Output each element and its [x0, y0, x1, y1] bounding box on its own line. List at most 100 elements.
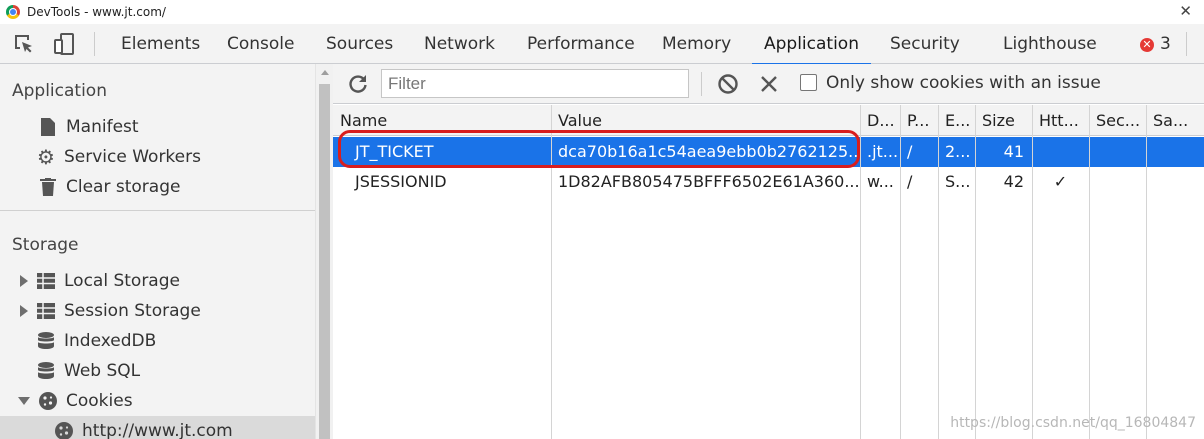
collapse-arrow-icon[interactable] [18, 397, 30, 405]
table-row[interactable]: JT_TICKET dca70b16a1c54aea9ebb0b2762125.… [333, 137, 1204, 167]
cookie-samesite [1146, 137, 1204, 167]
column-header-samesite[interactable]: Sa... [1146, 105, 1204, 135]
device-toolbar-icon[interactable] [52, 32, 76, 56]
sidebar-item-service-workers[interactable]: ⚙ Service Workers [0, 142, 315, 172]
sidebar-item-indexeddb[interactable]: IndexedDB [0, 326, 315, 356]
tab-network[interactable]: Network [424, 24, 495, 64]
sidebar-item-cookies[interactable]: Cookies [0, 386, 315, 416]
sidebar-item-label: Clear storage [66, 177, 181, 197]
column-header-domain[interactable]: D... [860, 105, 900, 135]
column-divider[interactable] [551, 105, 552, 439]
sidebar-item-session-storage[interactable]: Session Storage [0, 296, 315, 326]
sidebar-section-storage: Storage [12, 235, 79, 255]
close-window-icon[interactable]: ✕ [1179, 2, 1192, 20]
cookie-icon [54, 421, 74, 439]
sidebar-divider [0, 210, 315, 211]
cookie-path: / [907, 142, 913, 161]
error-count: 3 [1160, 34, 1171, 54]
expand-arrow-icon[interactable] [20, 305, 28, 317]
sidebar-item-label: Web SQL [64, 361, 141, 381]
cookies-toolbar: Only show cookies with an issue [333, 64, 1204, 104]
sidebar-item-label: Service Workers [64, 147, 201, 167]
sidebar-item-label: Local Storage [64, 271, 180, 291]
scrollbar-thumb[interactable] [319, 84, 330, 439]
tab-memory[interactable]: Memory [662, 24, 731, 64]
grid-icon [36, 271, 56, 291]
column-header-value[interactable]: Value [551, 105, 860, 135]
tab-elements[interactable]: Elements [121, 24, 200, 64]
toolbar-separator [701, 72, 702, 96]
tab-lighthouse[interactable]: Lighthouse [1003, 24, 1097, 64]
cookie-httponly [1032, 137, 1089, 167]
tab-application[interactable]: Application [752, 24, 871, 65]
cookie-samesite [1146, 167, 1204, 197]
sidebar-item-clear-storage[interactable]: Clear storage [0, 172, 315, 202]
column-divider[interactable] [938, 105, 939, 439]
column-divider[interactable] [860, 105, 861, 439]
grid-icon [36, 301, 56, 321]
scroll-up-arrow-icon[interactable] [321, 70, 329, 75]
watermark-text: https://blog.csdn.net/qq_16804847 [950, 415, 1196, 431]
sidebar-item-cookie-origin[interactable]: http://www.jt.com [0, 416, 315, 439]
sidebar-item-label: http://www.jt.com [82, 421, 233, 439]
sidebar-item-label: IndexedDB [64, 331, 157, 351]
only-issues-label[interactable]: Only show cookies with an issue [826, 73, 1101, 93]
cookie-secure [1089, 137, 1146, 167]
column-header-secure[interactable]: Sec... [1089, 105, 1146, 135]
cookie-secure [1089, 167, 1146, 197]
cookie-domain: .jt... [867, 142, 899, 161]
cookie-size: 41 [1003, 142, 1024, 161]
column-header-httponly[interactable]: Htt... [1032, 105, 1089, 135]
database-icon [36, 331, 56, 351]
cookie-name: JSESSIONID [355, 172, 447, 191]
sidebar-item-label: Manifest [66, 117, 139, 137]
inspect-element-icon[interactable] [12, 32, 36, 56]
column-divider[interactable] [900, 105, 901, 439]
tab-console[interactable]: Console [227, 24, 295, 64]
sidebar-item-label: Cookies [66, 391, 133, 411]
title-bar: DevTools - www.jt.com/ ✕ [0, 0, 1204, 24]
column-divider[interactable] [1032, 105, 1033, 439]
error-counter[interactable]: ✕ 3 [1140, 24, 1171, 64]
column-header-path[interactable]: P... [900, 105, 938, 135]
cookie-expires: 2... [945, 142, 971, 161]
only-issues-checkbox[interactable] [800, 74, 817, 91]
error-icon: ✕ [1140, 38, 1154, 52]
column-header-name[interactable]: Name [333, 105, 551, 135]
database-icon [36, 361, 56, 381]
tab-security[interactable]: Security [890, 24, 960, 64]
chrome-icon [6, 5, 20, 19]
clear-all-icon[interactable] [717, 73, 739, 95]
cookies-table: Name Value D... P... E... Size Htt... Se… [333, 105, 1204, 439]
sidebar-item-manifest[interactable]: Manifest [0, 112, 315, 142]
sidebar-scrollbar[interactable] [315, 64, 333, 439]
application-sidebar: Application Manifest ⚙ Service Workers C… [0, 64, 315, 439]
filter-input[interactable] [381, 69, 689, 98]
delete-selected-icon[interactable] [759, 74, 779, 94]
column-header-expires[interactable]: E... [938, 105, 975, 135]
cookie-expires: S... [945, 172, 971, 191]
cookie-name: JT_TICKET [355, 142, 434, 161]
column-header-size[interactable]: Size [975, 105, 1032, 135]
column-divider[interactable] [975, 105, 976, 439]
document-icon [38, 117, 58, 137]
table-header: Name Value D... P... E... Size Htt... Se… [333, 105, 1204, 136]
sidebar-item-web-sql[interactable]: Web SQL [0, 356, 315, 386]
cookie-domain: w... [867, 172, 894, 191]
window-title: DevTools - www.jt.com/ [27, 5, 166, 19]
cookie-icon [38, 391, 58, 411]
tab-sources[interactable]: Sources [326, 24, 393, 64]
devtools-tab-strip: Elements Console Sources Network Perform… [0, 24, 1204, 65]
expand-arrow-icon[interactable] [20, 275, 28, 287]
sidebar-item-local-storage[interactable]: Local Storage [0, 266, 315, 296]
column-divider[interactable] [1146, 105, 1147, 439]
cookie-httponly: ✓ [1053, 172, 1068, 191]
tab-performance[interactable]: Performance [527, 24, 635, 64]
cookie-value: dca70b16a1c54aea9ebb0b2762125... [558, 142, 860, 161]
gear-icon: ⚙ [37, 145, 55, 169]
table-row[interactable]: JSESSIONID 1D82AFB805475BFFF6502E61A360.… [333, 167, 1204, 197]
column-divider[interactable] [1089, 105, 1090, 439]
refresh-icon[interactable] [347, 73, 369, 95]
sidebar-section-application: Application [12, 81, 107, 101]
toolbar-separator [1186, 32, 1187, 56]
